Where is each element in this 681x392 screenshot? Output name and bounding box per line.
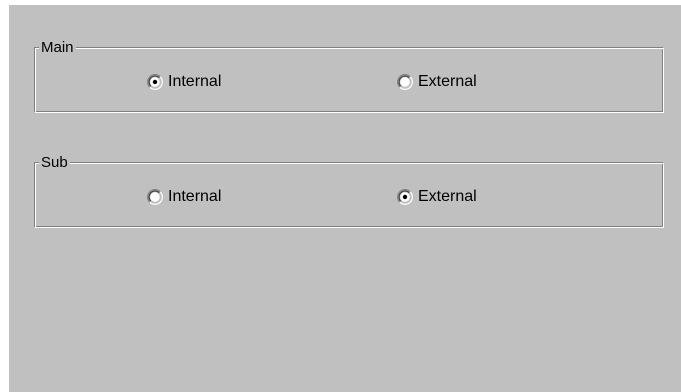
main-external-radio[interactable]: External <box>397 73 477 91</box>
radio-dot <box>402 194 408 200</box>
sub-internal-label: Internal <box>168 188 222 205</box>
radio-button-icon <box>147 74 163 90</box>
dialog-panel: Main Internal External Sub Internal Exte… <box>9 5 681 392</box>
radio-dot <box>152 79 158 85</box>
main-group-label: Main <box>39 39 76 56</box>
sub-external-radio[interactable]: External <box>397 188 477 206</box>
main-internal-label: Internal <box>168 73 222 90</box>
sub-group-label: Sub <box>39 154 70 171</box>
sub-external-label: External <box>418 188 477 205</box>
main-groupbox: Main Internal External <box>34 39 664 113</box>
sub-internal-radio[interactable]: Internal <box>147 188 221 206</box>
main-external-label: External <box>418 73 477 90</box>
radio-button-icon <box>397 74 413 90</box>
radio-button-icon <box>147 189 163 205</box>
sub-groupbox: Sub Internal External <box>34 154 664 228</box>
main-internal-radio[interactable]: Internal <box>147 73 221 91</box>
radio-button-icon <box>397 189 413 205</box>
